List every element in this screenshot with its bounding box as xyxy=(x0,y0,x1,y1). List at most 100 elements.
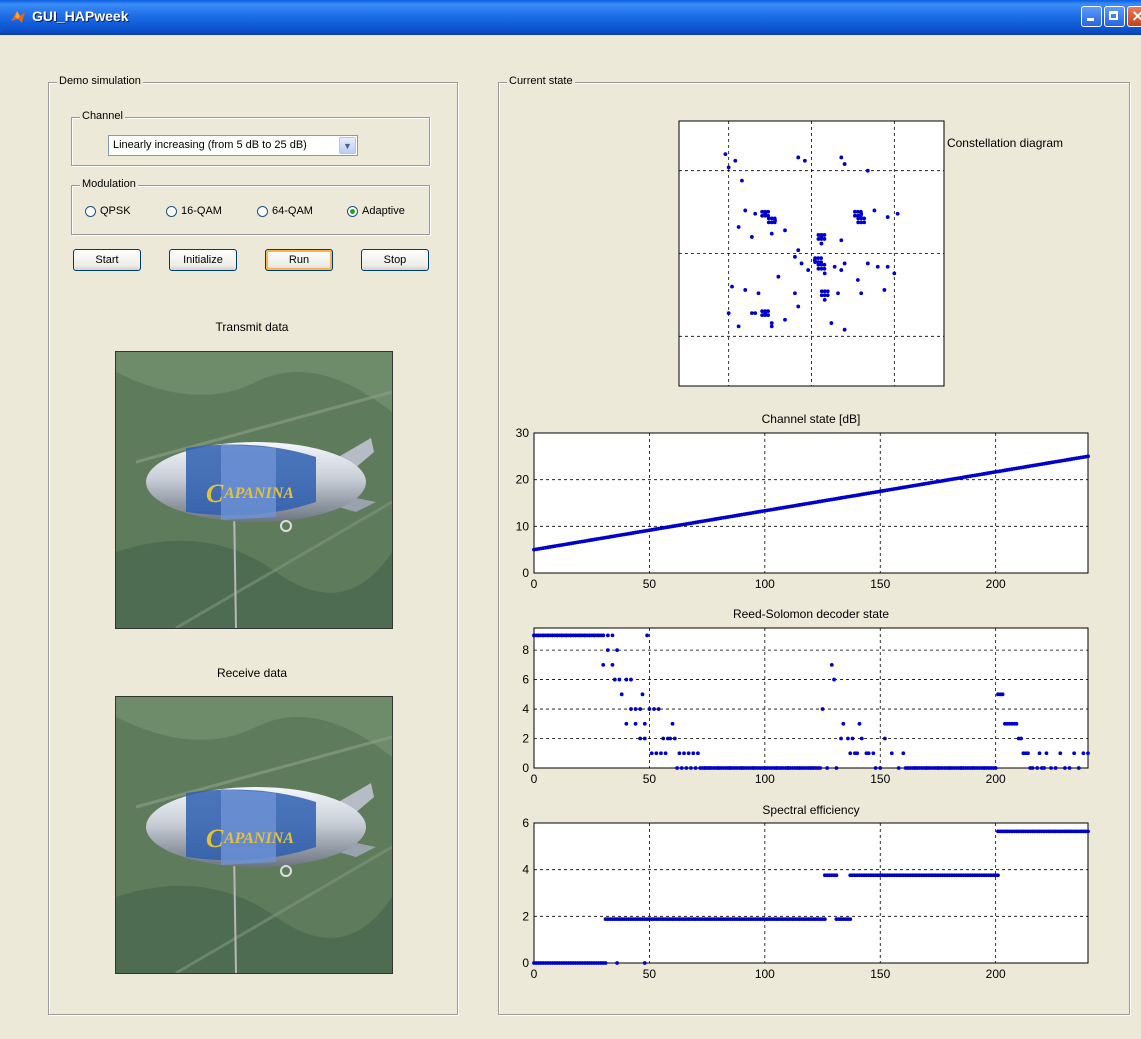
data-point xyxy=(862,216,867,221)
data-point xyxy=(1044,751,1049,756)
minimize-icon xyxy=(1087,18,1094,21)
maximize-button[interactable] xyxy=(1104,6,1125,27)
data-point xyxy=(605,633,610,638)
y-tick-label: 2 xyxy=(522,909,529,923)
data-point xyxy=(1086,751,1090,756)
data-point xyxy=(629,677,633,682)
modulation-group-title: Modulation xyxy=(80,178,138,190)
data-point xyxy=(743,208,748,213)
matlab-logo-icon xyxy=(11,11,25,23)
x-tick-label: 150 xyxy=(870,577,890,591)
data-point xyxy=(743,288,748,292)
run-button[interactable]: Run xyxy=(265,249,333,271)
spectral-efficiency-plot: 0 50 100 150 200 0 2 4 6 xyxy=(522,818,1090,981)
data-point xyxy=(783,317,787,322)
y-tick-label: 10 xyxy=(516,519,530,533)
minimize-button[interactable] xyxy=(1081,6,1102,27)
data-point xyxy=(862,220,867,225)
data-point xyxy=(642,736,647,741)
data-point xyxy=(1063,766,1067,770)
start-button[interactable]: Start xyxy=(73,249,141,271)
data-point xyxy=(749,311,754,316)
data-point xyxy=(991,766,996,770)
channel-select[interactable]: Linearly increasing (from 5 dB to 25 dB)… xyxy=(108,135,358,156)
data-point xyxy=(822,262,827,267)
y-tick-label: 6 xyxy=(522,673,529,687)
data-point xyxy=(723,152,728,157)
spectral-efficiency-title: Spectral efficiency xyxy=(762,803,860,817)
data-point xyxy=(615,961,619,965)
initialize-button[interactable]: Initialize xyxy=(169,249,237,271)
data-point xyxy=(1058,751,1063,756)
data-point xyxy=(783,228,787,233)
data-point xyxy=(638,736,643,741)
data-point xyxy=(1049,766,1053,770)
radio-64qam[interactable]: 64-QAM xyxy=(257,205,313,217)
data-point xyxy=(889,751,894,756)
x-tick-label: 0 xyxy=(531,577,538,591)
data-point xyxy=(1026,751,1030,756)
data-point xyxy=(726,165,731,170)
data-point xyxy=(839,155,844,160)
data-point xyxy=(885,215,890,219)
data-point xyxy=(822,233,827,237)
data-point xyxy=(601,662,606,667)
airship-logo: C xyxy=(206,824,224,853)
x-tick-label: 200 xyxy=(986,967,1006,981)
data-point xyxy=(753,311,758,316)
data-point xyxy=(855,278,860,282)
data-point xyxy=(802,158,807,163)
chevron-down-icon[interactable]: ▼ xyxy=(339,137,356,154)
y-tick-label: 30 xyxy=(516,428,530,440)
radio-circle-icon xyxy=(257,205,268,217)
data-point xyxy=(872,208,877,213)
data-point xyxy=(816,766,820,770)
svg-text:APANINA: APANINA xyxy=(223,830,294,847)
data-point xyxy=(866,751,871,756)
modulation-group: Modulation QPSK 16-QAM 64-QAM Adaptive xyxy=(71,178,430,235)
data-point xyxy=(882,736,887,741)
demo-simulation-title: Demo simulation xyxy=(57,75,143,87)
data-point xyxy=(679,766,684,770)
data-point xyxy=(661,736,666,741)
data-point xyxy=(842,327,847,332)
data-point xyxy=(822,237,827,241)
data-point xyxy=(836,291,840,296)
svg-text:APANINA: APANINA xyxy=(223,485,294,502)
data-point xyxy=(769,231,774,236)
x-tick-label: 100 xyxy=(755,967,775,981)
y-tick-label: 4 xyxy=(522,863,529,877)
data-point xyxy=(693,766,698,770)
data-point xyxy=(832,677,836,682)
data-point xyxy=(825,293,830,298)
close-button[interactable]: × xyxy=(1127,6,1141,27)
constellation-label: Constellation diagram xyxy=(946,136,1064,150)
data-point xyxy=(695,751,700,756)
radio-label: 16-QAM xyxy=(181,205,222,217)
y-tick-label: 4 xyxy=(522,702,529,716)
data-point xyxy=(819,256,824,261)
data-point xyxy=(615,648,619,653)
data-point xyxy=(610,662,615,667)
data-point xyxy=(857,721,862,726)
data-point xyxy=(842,261,847,266)
data-point xyxy=(885,264,890,269)
stop-button[interactable]: Stop xyxy=(361,249,429,271)
data-point xyxy=(689,766,693,770)
rs-decoder-plot: 0 50 100 150 200 0 2 4 6 8 xyxy=(522,627,1090,786)
data-point xyxy=(612,677,617,682)
data-point xyxy=(1086,829,1090,834)
radio-adaptive[interactable]: Adaptive xyxy=(347,205,405,217)
radio-16qam[interactable]: 16-QAM xyxy=(166,205,222,217)
data-point xyxy=(1000,692,1005,697)
data-point xyxy=(839,268,844,272)
data-point xyxy=(848,751,853,756)
data-point xyxy=(1053,766,1058,770)
x-tick-label: 50 xyxy=(643,577,657,591)
data-point xyxy=(656,707,661,711)
data-point xyxy=(642,961,647,965)
data-point xyxy=(769,321,774,325)
data-point xyxy=(871,751,876,756)
x-tick-label: 50 xyxy=(643,967,657,981)
radio-qpsk[interactable]: QPSK xyxy=(85,205,131,217)
